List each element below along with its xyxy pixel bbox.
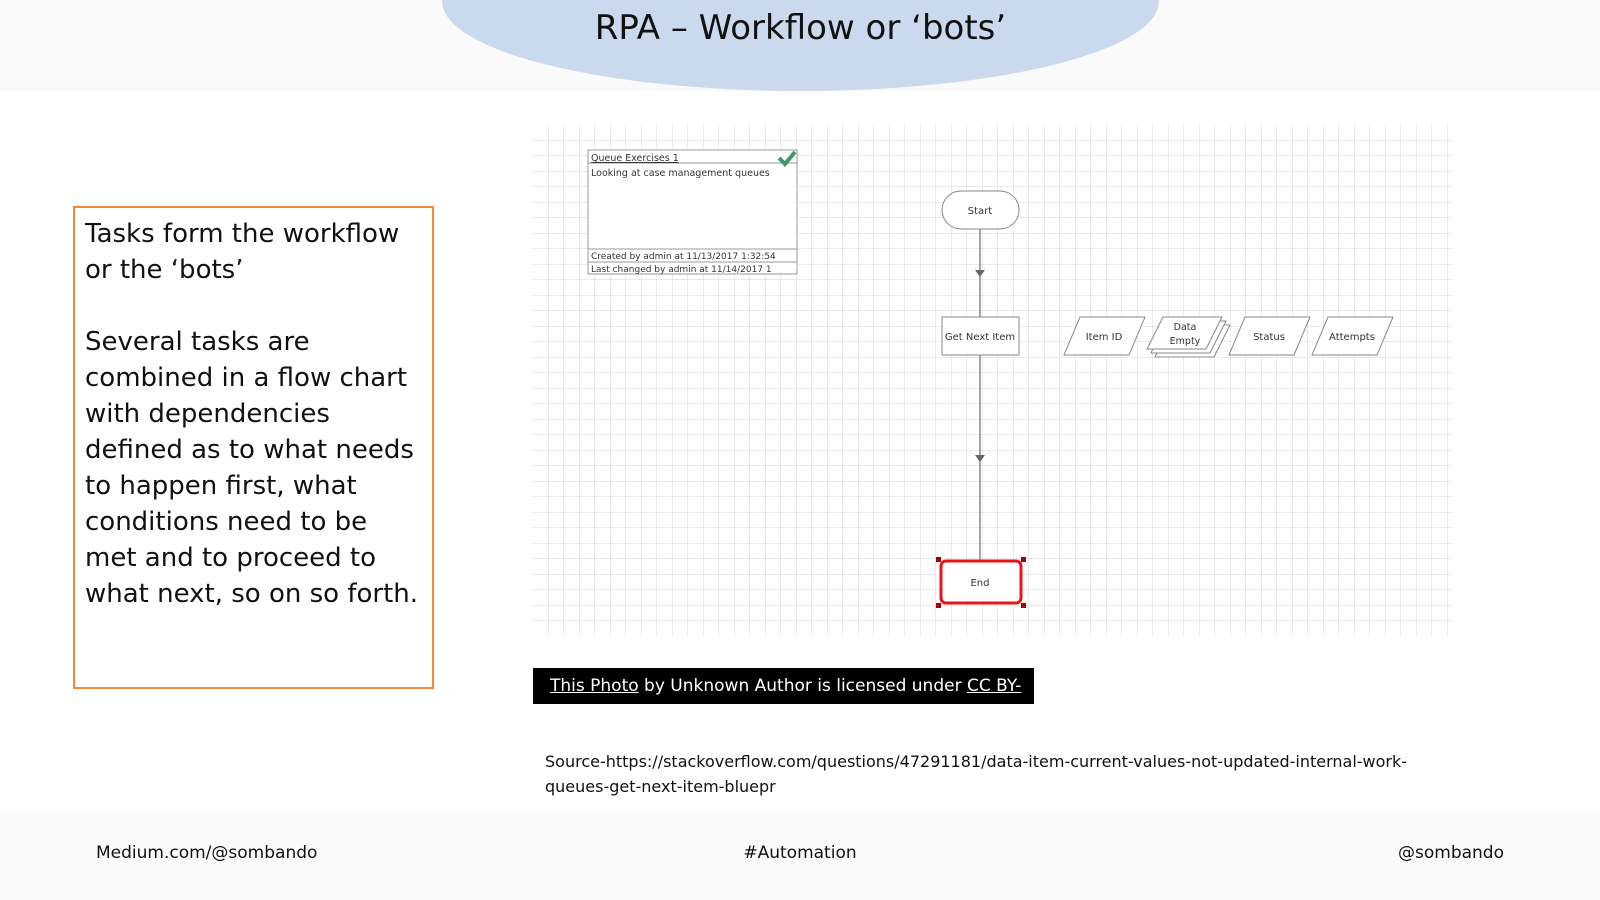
end-node[interactable]: End xyxy=(936,557,1026,608)
workflow-diagram: Queue Exercises 1 Looking at case manage… xyxy=(533,125,1453,636)
svg-text:Get Next Item: Get Next Item xyxy=(945,332,1015,343)
photo-attribution: This Photo by Unknown Author is licensed… xyxy=(533,668,1034,732)
footer-right: @sombando xyxy=(1398,843,1504,863)
info-title: Queue Exercises 1 xyxy=(591,153,679,164)
paragraph-1: Tasks form the workflow or the ‘bots’ xyxy=(85,219,400,285)
description-textbox: Tasks form the workflow or the ‘bots’ Se… xyxy=(73,206,434,689)
slide-title: RPA – Workflow or ‘bots’ xyxy=(594,8,1007,48)
info-created: Created by admin at 11/13/2017 1:32:54 xyxy=(591,252,776,262)
svg-text:End: End xyxy=(970,578,989,589)
svg-text:Start: Start xyxy=(968,206,993,217)
footer-center: #Automation xyxy=(743,843,857,863)
attribution-text: by Unknown Author is licensed under xyxy=(638,676,967,696)
svg-text:Empty: Empty xyxy=(1170,336,1201,347)
svg-text:Attempts: Attempts xyxy=(1329,332,1375,343)
svg-text:Item ID: Item ID xyxy=(1086,332,1123,343)
svg-text:Data: Data xyxy=(1174,322,1197,333)
start-node[interactable]: Start xyxy=(941,190,1020,230)
info-description: Looking at case management queues xyxy=(591,168,770,179)
photo-link[interactable]: This Photo xyxy=(550,676,639,696)
info-changed: Last changed by admin at 11/14/2017 1 xyxy=(591,265,772,275)
get-next-item-node[interactable]: Get Next Item xyxy=(941,316,1020,356)
paragraph-2: Several tasks are combined in a flow cha… xyxy=(85,327,419,609)
data-empty-collection[interactable]: Data Empty xyxy=(1146,316,1231,358)
svg-text:Status: Status xyxy=(1253,332,1285,343)
source-text: Source-https://stackoverflow.com/questio… xyxy=(545,752,1408,796)
info-box: Queue Exercises 1 Looking at case manage… xyxy=(587,149,798,275)
